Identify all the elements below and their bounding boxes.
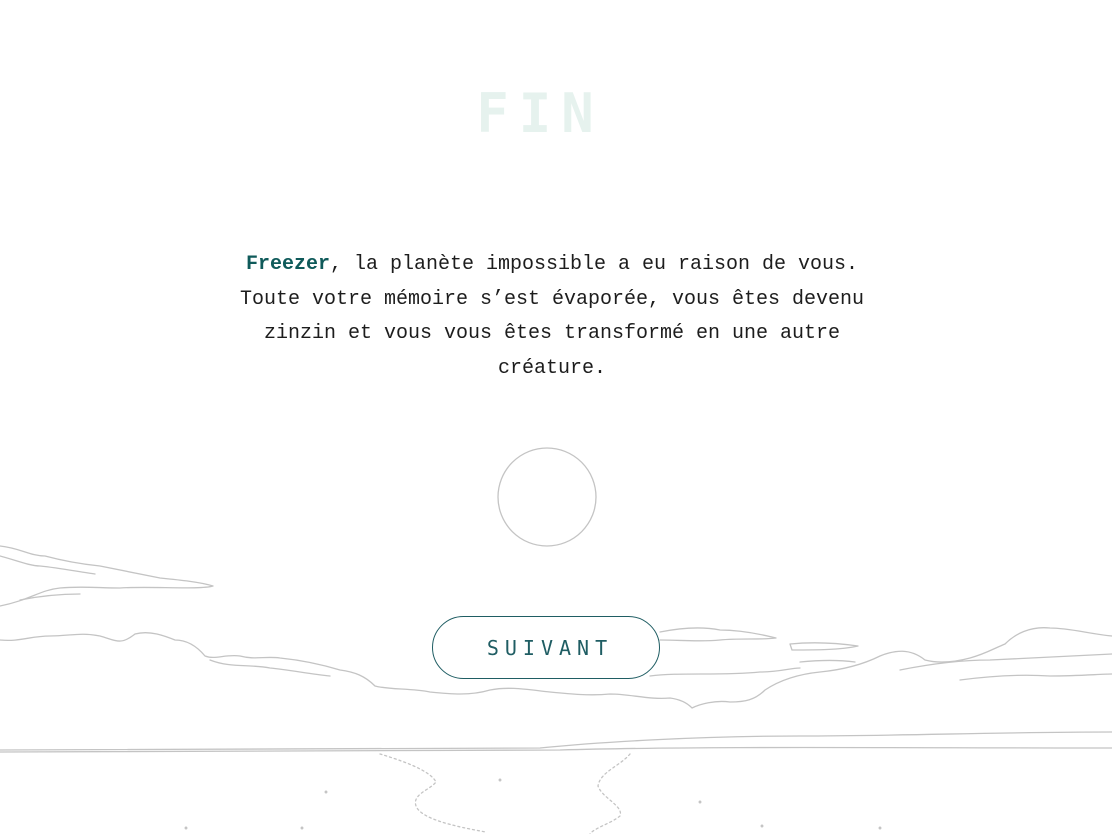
- next-button[interactable]: SUIVANT: [432, 616, 660, 679]
- end-message-text: , la planète impossible a eu raison de v…: [239, 253, 865, 381]
- planet-name: Freezer: [245, 253, 330, 276]
- cloud-left-upper: [0, 545, 214, 607]
- end-message: Freezer, la planète impossible a eu rais…: [236, 248, 868, 387]
- water-reflection: [379, 753, 487, 833]
- sun-icon: [497, 447, 597, 547]
- end-screen: FIN Freezer, la planète impossible a eu …: [0, 0, 1112, 834]
- end-title: FIN: [476, 82, 604, 145]
